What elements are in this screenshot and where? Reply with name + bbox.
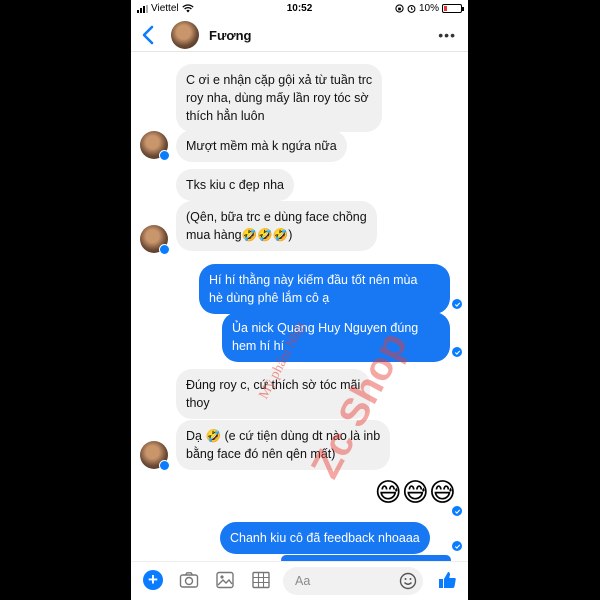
messenger-badge-icon [159, 244, 170, 255]
contact-avatar[interactable] [171, 21, 199, 49]
plus-icon[interactable]: + [143, 570, 163, 590]
phone-screen: Viettel 10:52 10% Fương ••• C ơi e nhận … [131, 0, 468, 600]
camera-icon[interactable] [179, 571, 199, 589]
sender-avatar[interactable] [140, 441, 170, 471]
gif-icon[interactable] [251, 571, 271, 589]
message-outgoing[interactable]: Ủa nick Quang Huy Nguyen đúng hem hí hí [222, 312, 450, 362]
alarm-icon [407, 4, 416, 13]
message-incoming[interactable]: C ơi e nhận cặp gội xả từ tuần trc roy n… [176, 64, 383, 132]
orientation-lock-icon [395, 4, 404, 13]
message-outgoing[interactable]: Hí hí thằng này kiếm đầu tốt nên mùa hè … [199, 264, 450, 314]
emoji-picker-icon[interactable] [399, 572, 417, 590]
seen-check-icon [452, 347, 462, 357]
back-chevron-icon[interactable] [139, 24, 157, 46]
message-thread[interactable]: C ơi e nhận cặp gội xả từ tuần trc roy n… [131, 53, 468, 565]
seen-check-icon [452, 506, 462, 516]
message-input-placeholder: Aa [295, 574, 311, 588]
photo-gallery-icon[interactable] [215, 571, 235, 589]
message-input[interactable]: Aa [283, 567, 423, 595]
sender-avatar[interactable] [140, 131, 170, 161]
message-outgoing[interactable]: Chanh kiu cô đã feedback nhoaaa [220, 522, 430, 554]
contact-name[interactable]: Fương [209, 28, 251, 43]
battery-percent: 10% [418, 3, 439, 14]
messenger-badge-icon [159, 460, 170, 471]
battery-icon [442, 4, 464, 13]
seen-check-icon [452, 541, 462, 551]
seen-check-icon [452, 299, 462, 309]
status-bar: Viettel 10:52 10% [131, 0, 468, 18]
message-incoming[interactable]: Tks kiu c đẹp nha [176, 169, 294, 201]
messenger-badge-icon [159, 150, 170, 161]
sender-avatar[interactable] [140, 225, 170, 255]
message-composer: + Aa [131, 561, 468, 600]
more-options-icon[interactable]: ••• [438, 27, 456, 43]
message-incoming[interactable]: (Qên, bữa trc e dùng face chồng mua hàng… [176, 201, 377, 251]
message-emoji[interactable]: 😅😅😅 [375, 477, 456, 508]
thumbs-up-icon[interactable] [436, 569, 458, 591]
conversation-header: Fương ••• [131, 18, 468, 52]
message-incoming[interactable]: Mượt mềm mà k ngứa nữa [176, 130, 347, 162]
